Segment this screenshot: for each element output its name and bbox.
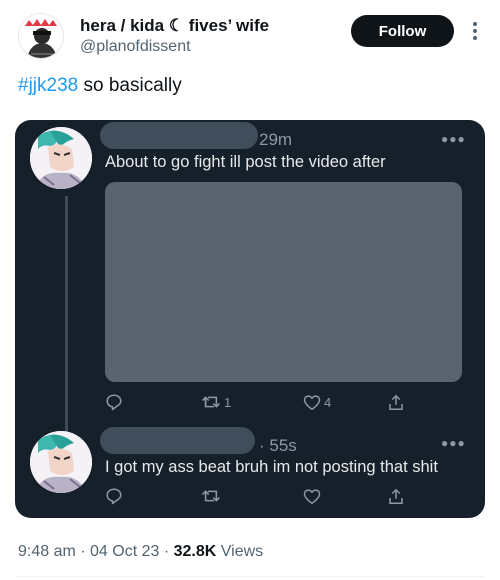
redacted-username	[100, 122, 258, 149]
redacted-username	[100, 427, 255, 454]
user-handle[interactable]: @planofdissent	[80, 38, 191, 56]
message-actions	[105, 484, 405, 508]
retweet-icon[interactable]	[201, 484, 221, 508]
message-text: About to go fight ill post the video aft…	[105, 153, 386, 171]
retweet-icon	[201, 396, 221, 408]
embedded-screenshot[interactable]: 29m ●●● About to go fight ill post the v…	[15, 120, 485, 518]
message-text: I got my ass beat bruh im not posting th…	[105, 458, 438, 476]
retweet-count: 1	[224, 394, 232, 410]
tweet-body: so basically	[78, 75, 182, 96]
thread-line	[65, 196, 68, 436]
more-horizontal-icon[interactable]: ●●●	[441, 132, 466, 146]
reply-icon[interactable]	[105, 484, 123, 508]
message-time: 55s	[269, 436, 297, 455]
like-icon[interactable]	[303, 484, 321, 508]
message-timestamp: 29m	[259, 130, 293, 149]
tweet-text: #jjk238 so basically	[18, 75, 182, 97]
media-placeholder	[105, 182, 462, 382]
retweet-button[interactable]: 1	[201, 390, 231, 414]
tweet-metadata: 9:48 am · 04 Oct 23 · 32.8K Views	[18, 543, 263, 561]
message-timestamp: · 55s	[259, 436, 297, 455]
like-count: 4	[324, 394, 332, 410]
reply-icon[interactable]	[105, 390, 123, 414]
divider	[16, 576, 484, 577]
meta-separator: ·	[159, 543, 174, 560]
meta-separator: ·	[75, 543, 91, 560]
more-horizontal-icon[interactable]: ●●●	[441, 436, 466, 450]
follow-button[interactable]: Follow	[351, 15, 454, 47]
tweet-header: hera / kida ☾ fives’ wife @planofdissent…	[0, 0, 500, 70]
avatar-icon	[30, 431, 92, 493]
like-icon	[303, 394, 321, 410]
views-label: Views	[216, 543, 264, 560]
share-icon[interactable]	[387, 484, 405, 508]
message-actions: 1 4	[105, 390, 405, 414]
more-vertical-icon[interactable]	[465, 16, 485, 46]
tweet-date[interactable]: 04 Oct 23	[90, 543, 159, 560]
views-count[interactable]: 32.8K	[174, 543, 217, 560]
message-avatar	[30, 431, 92, 493]
share-icon[interactable]	[387, 390, 405, 414]
hashtag-link[interactable]: #jjk238	[18, 75, 78, 96]
like-button[interactable]: 4	[303, 390, 331, 414]
avatar-icon	[19, 14, 63, 58]
avatar-icon	[30, 127, 92, 189]
tweet-time[interactable]: 9:48 am	[18, 543, 76, 560]
display-name[interactable]: hera / kida ☾ fives’ wife	[80, 16, 269, 36]
avatar[interactable]	[18, 13, 64, 59]
message-avatar	[30, 127, 92, 189]
